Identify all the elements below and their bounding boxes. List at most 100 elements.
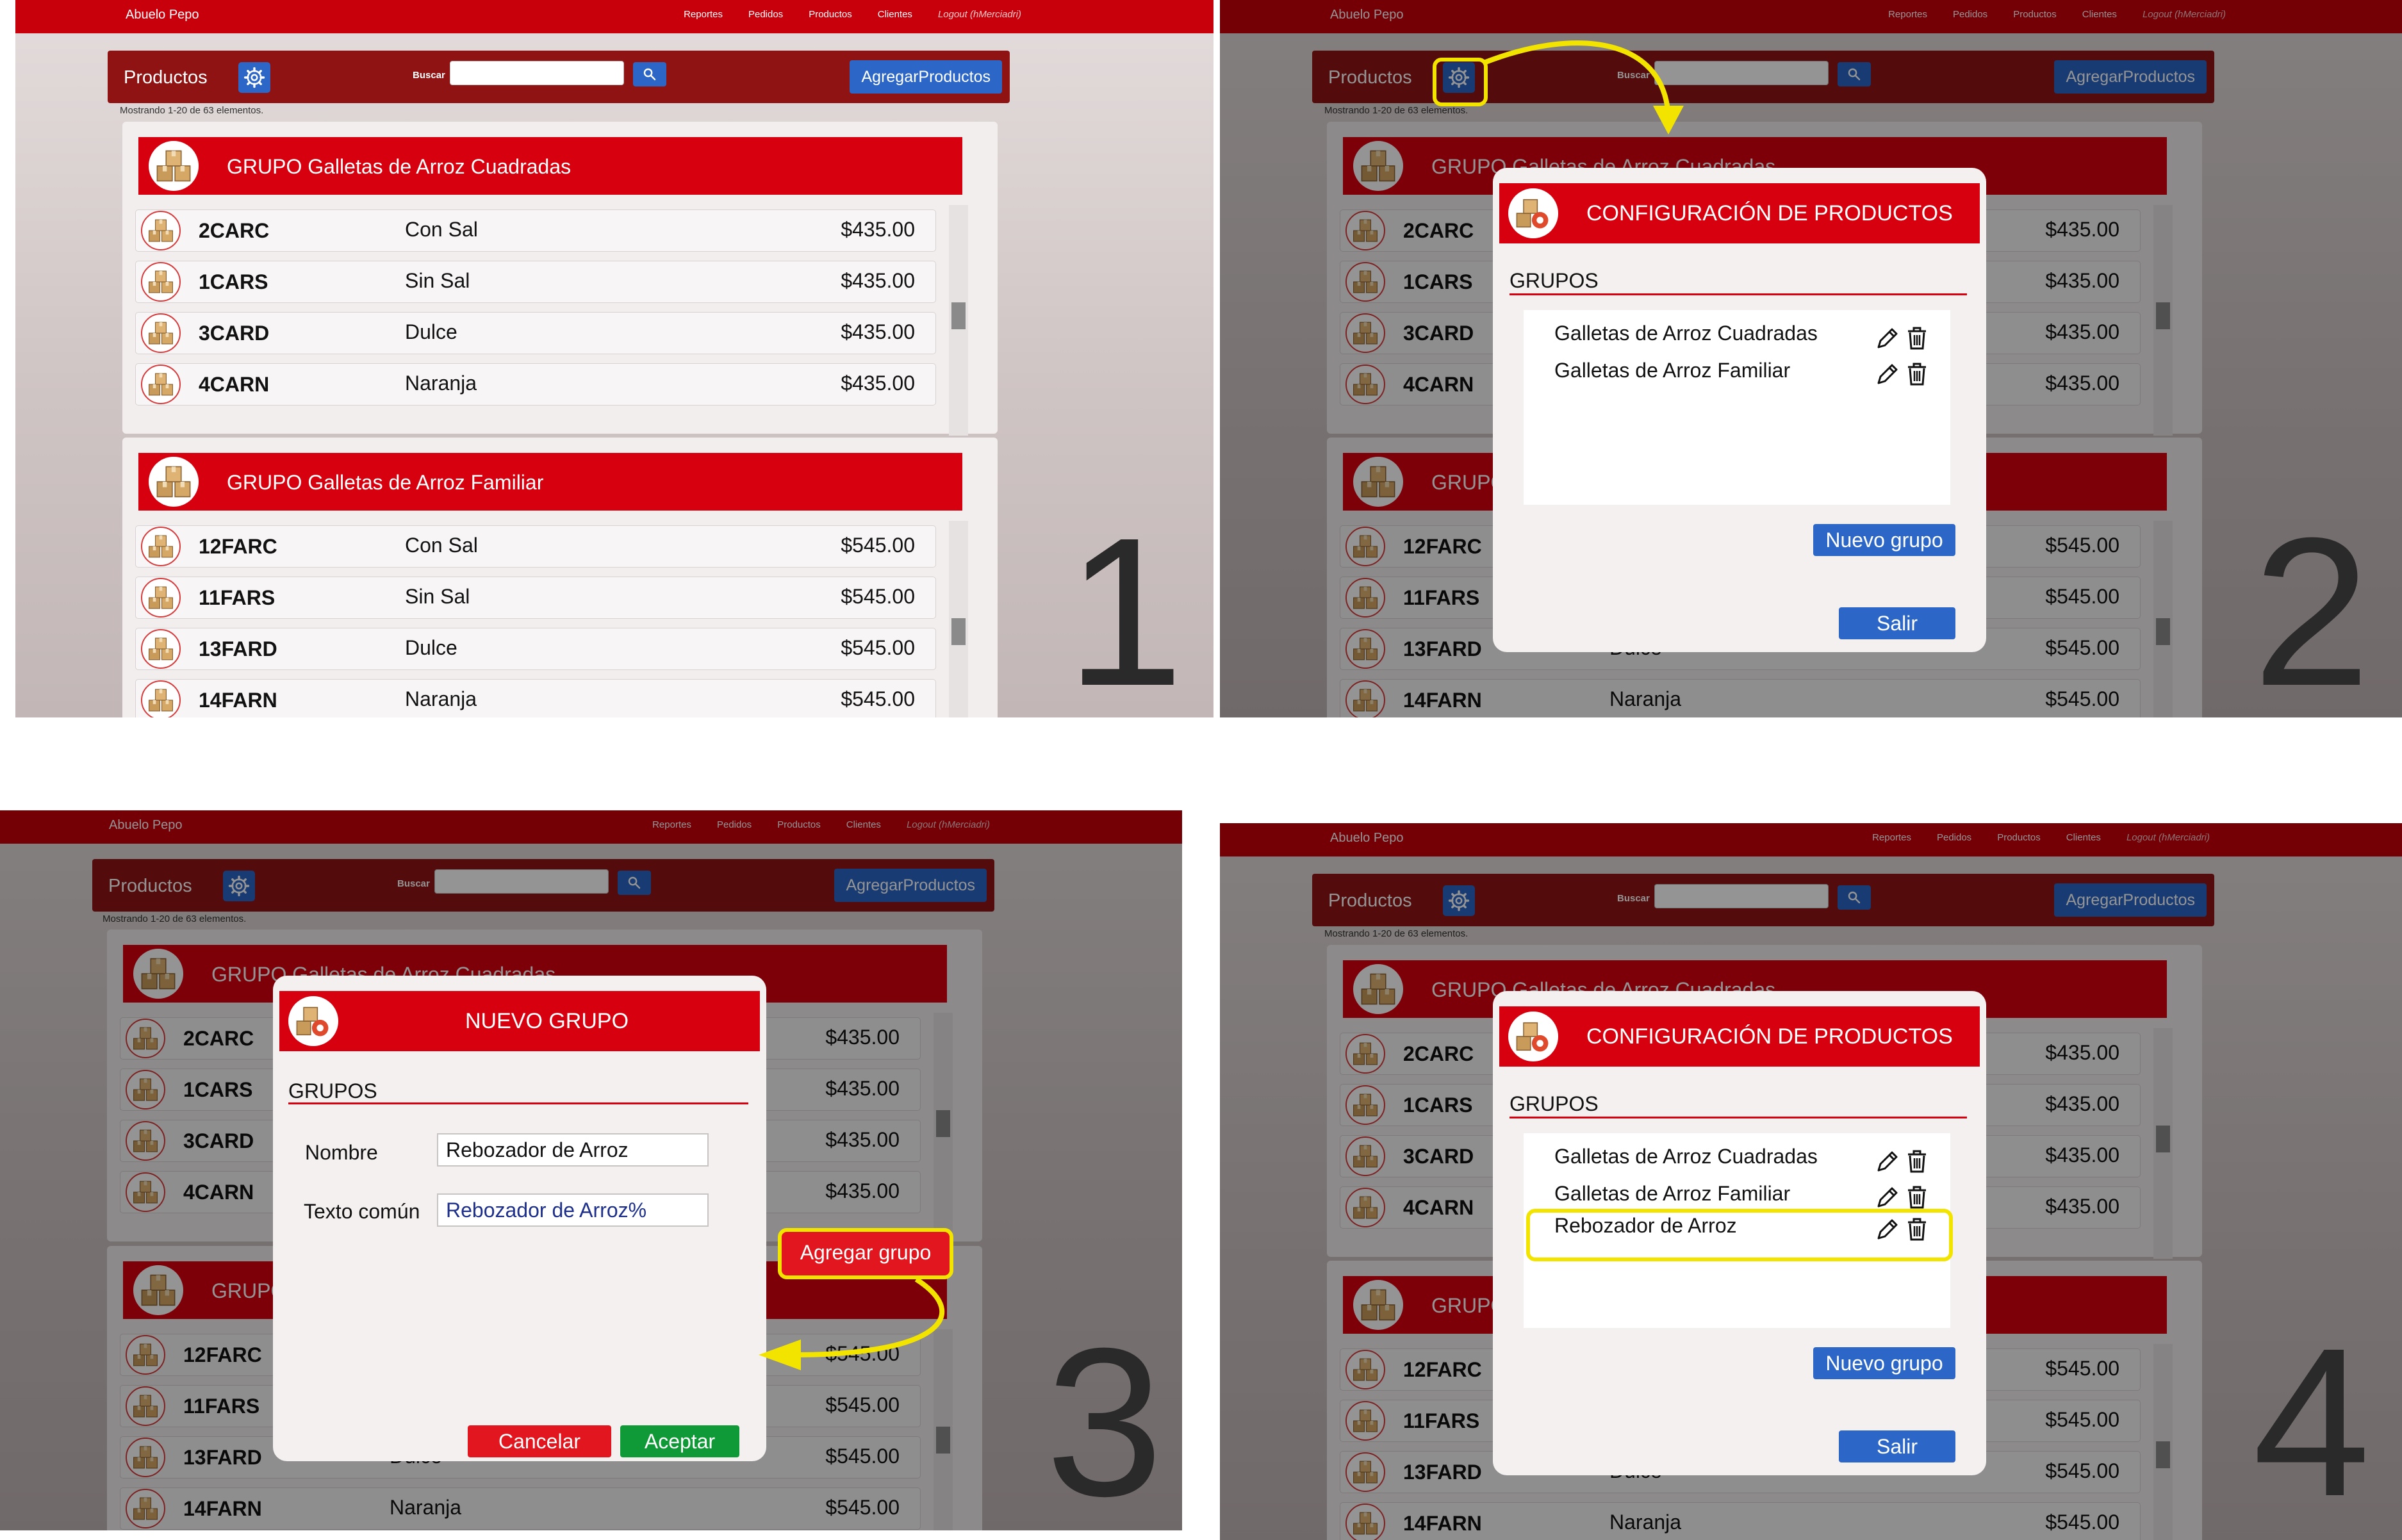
product-desc: Sin Sal: [405, 269, 470, 292]
modal-title: CONFIGURACIÓN DE PRODUCTOS: [1586, 1024, 1953, 1049]
search-button[interactable]: [633, 62, 666, 86]
step-number: 3: [1046, 1304, 1164, 1530]
nav-clientes[interactable]: Clientes: [878, 9, 912, 20]
box-stack-icon: [141, 527, 181, 566]
step-number: 1: [1066, 493, 1184, 717]
nav-logout[interactable]: Logout (hMerciadri): [938, 9, 1021, 20]
screenshot-step-4: Abuelo Pepo Reportes Pedidos Productos C…: [1220, 823, 2402, 1540]
product-desc: Dulce: [405, 320, 457, 343]
product-code: 14FARN: [199, 689, 277, 712]
brand-link[interactable]: Abuelo Pepo: [126, 8, 199, 22]
product-row[interactable]: 4CARN Naranja $435.00: [135, 363, 936, 405]
product-row[interactable]: 11FARS Sin Sal $545.00: [135, 577, 936, 619]
screenshot-step-3: Abuelo Pepo Reportes Pedidos Productos C…: [0, 810, 1182, 1530]
search-input[interactable]: [450, 61, 624, 85]
group-header[interactable]: GRUPO Galletas de Arroz Cuadradas: [138, 137, 962, 195]
product-list: 2CARCCon Sal$435.00 1CARSSin Sal$435.00 …: [135, 209, 936, 414]
arrow-annotation: [759, 1277, 945, 1370]
product-row[interactable]: 2CARC Con Sal $435.00: [135, 209, 936, 252]
box-stack-icon: [141, 211, 181, 250]
product-row[interactable]: 13FARD Dulce $545.00: [135, 628, 936, 670]
trash-icon[interactable]: [1904, 1149, 1930, 1174]
config-modal: CONFIGURACIÓN DE PRODUCTOS GRUPOS Gallet…: [1493, 168, 1986, 652]
group-list-item: Galletas de Arroz Cuadradas: [1554, 1145, 1818, 1168]
scrollbar-thumb[interactable]: [951, 618, 966, 645]
nav-reportes[interactable]: Reportes: [684, 9, 723, 20]
step-number: 4: [2253, 1304, 2371, 1540]
modal-title: CONFIGURACIÓN DE PRODUCTOS: [1586, 201, 1953, 225]
highlight-new-group: [1526, 1209, 1953, 1261]
scrollbar[interactable]: [949, 205, 968, 436]
product-code: 4CARN: [199, 373, 270, 396]
settings-button[interactable]: [238, 62, 270, 93]
modal-header: CONFIGURACIÓN DE PRODUCTOS: [1499, 183, 1980, 243]
box-stack-icon: [141, 262, 181, 302]
pencil-icon[interactable]: [1875, 1184, 1900, 1210]
product-code: 12FARC: [199, 535, 277, 558]
product-price: $435.00: [841, 218, 915, 241]
trash-icon[interactable]: [1904, 361, 1930, 387]
group-title: GRUPO Galletas de Arroz Cuadradas: [227, 155, 572, 178]
new-group-button[interactable]: Nuevo grupo: [1813, 1347, 1955, 1379]
section-divider: [1509, 1117, 1967, 1118]
pencil-icon[interactable]: [1875, 325, 1900, 351]
screenshot-step-2: Abuelo Pepo Reportes Pedidos Productos C…: [1220, 0, 2402, 717]
product-desc: Con Sal: [405, 218, 478, 241]
product-desc: Naranja: [405, 687, 477, 710]
product-row[interactable]: 12FARC Con Sal $545.00: [135, 525, 936, 568]
section-title: GRUPOS: [1509, 1092, 1599, 1115]
search-label: Buscar: [413, 70, 445, 81]
group-card: GRUPO Galletas de Arroz Familiar 12FARC C…: [122, 438, 998, 717]
box-stack-icon: [149, 141, 199, 191]
trash-icon[interactable]: [1904, 325, 1930, 351]
product-desc: Naranja: [405, 372, 477, 395]
product-price: $545.00: [841, 585, 915, 608]
add-products-button[interactable]: AgregarProductos: [850, 60, 1002, 94]
product-code: 13FARD: [199, 637, 277, 660]
group-list-item: Galletas de Arroz Cuadradas: [1554, 322, 1818, 345]
group-list-item: Galletas de Arroz Familiar: [1554, 1182, 1791, 1205]
product-desc: Dulce: [405, 636, 457, 659]
scrollbar[interactable]: [949, 521, 968, 717]
product-desc: Sin Sal: [405, 585, 470, 608]
group-list: Galletas de Arroz Cuadradas Galletas de …: [1524, 310, 1950, 505]
group-header[interactable]: GRUPO Galletas de Arroz Familiar: [138, 453, 962, 511]
product-price: $545.00: [841, 687, 915, 710]
top-navbar: Abuelo Pepo Reportes Pedidos Productos C…: [15, 0, 1213, 33]
step-number: 2: [2253, 493, 2371, 717]
exit-button[interactable]: Salir: [1839, 607, 1955, 639]
product-row[interactable]: 3CARD Dulce $435.00: [135, 312, 936, 354]
trash-icon[interactable]: [1904, 1184, 1930, 1210]
product-code: 3CARD: [199, 322, 270, 345]
box-stack-icon: [141, 578, 181, 618]
product-price: $545.00: [841, 636, 915, 659]
product-code: 11FARS: [199, 586, 276, 609]
product-price: $435.00: [841, 269, 915, 292]
search-icon: [642, 67, 657, 82]
config-modal: CONFIGURACIÓN DE PRODUCTOS GRUPOS Gallet…: [1493, 991, 1986, 1475]
box-stack-icon: [141, 629, 181, 669]
product-price: $435.00: [841, 372, 915, 395]
pencil-icon[interactable]: [1875, 1149, 1900, 1174]
toolbar-title: Productos: [124, 67, 208, 88]
new-group-button[interactable]: Nuevo grupo: [1813, 524, 1955, 556]
nav-pedidos[interactable]: Pedidos: [748, 9, 783, 20]
box-gear-icon: [1508, 188, 1558, 238]
box-stack-icon: [141, 680, 181, 717]
product-row[interactable]: 1CARS Sin Sal $435.00: [135, 261, 936, 303]
product-code: 1CARS: [199, 270, 268, 293]
product-price: $545.00: [841, 534, 915, 557]
pagination-summary: Mostrando 1-20 de 63 elementos.: [120, 105, 264, 116]
section-title: GRUPOS: [1509, 269, 1599, 292]
box-stack-icon: [149, 457, 199, 507]
nav-productos[interactable]: Productos: [809, 9, 852, 20]
product-row[interactable]: 14FARN Naranja $545.00: [135, 679, 936, 717]
section-divider: [1509, 293, 1967, 295]
product-list: 12FARC Con Sal $545.00 11FARS Sin Sal $545.0…: [135, 525, 936, 717]
screenshot-step-1: Abuelo Pepo Reportes Pedidos Productos C…: [15, 0, 1213, 717]
box-stack-icon: [141, 313, 181, 353]
exit-button[interactable]: Salir: [1839, 1430, 1955, 1462]
scrollbar-thumb[interactable]: [951, 302, 966, 329]
pencil-icon[interactable]: [1875, 361, 1900, 387]
products-toolbar: Productos Buscar AgregarProductos: [108, 51, 1010, 103]
